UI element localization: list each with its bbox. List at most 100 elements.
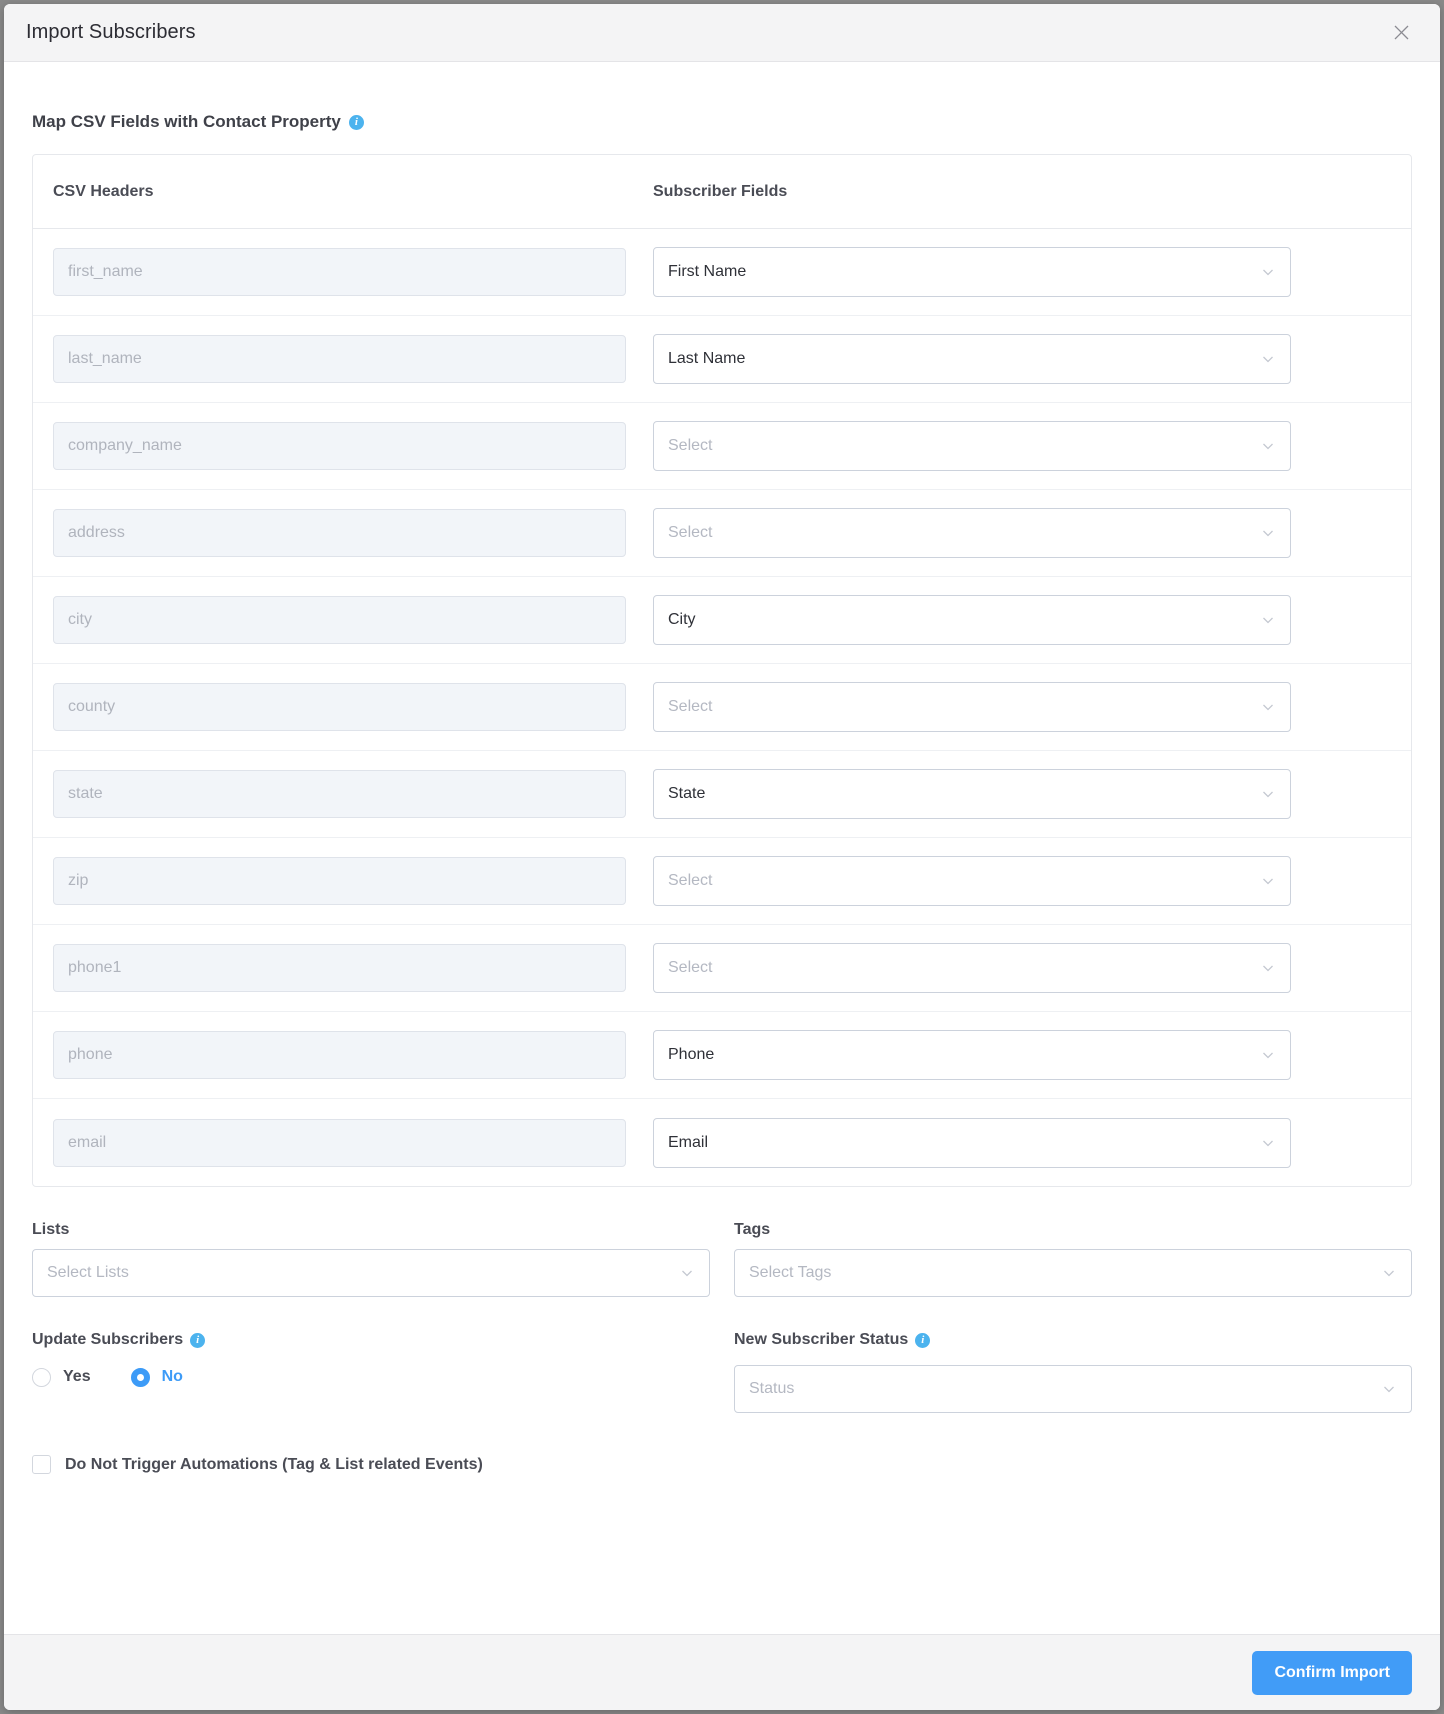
- modal-title: Import Subscribers: [26, 21, 196, 43]
- chevron-down-icon: [1260, 351, 1276, 367]
- tags-label-text: Tags: [734, 1221, 771, 1238]
- subscriber-field-value: City: [668, 611, 696, 628]
- checkbox-box[interactable]: [32, 1455, 51, 1474]
- radio-dot[interactable]: [32, 1367, 51, 1387]
- csv-header-input[interactable]: email: [53, 1118, 626, 1167]
- update-status-row: Update Subscribers i Yes No New Subscribe…: [32, 1331, 1412, 1413]
- section-heading: Map CSV Fields with Contact Property i: [32, 112, 1412, 132]
- tags-label: Tags: [734, 1221, 1412, 1239]
- csv-header-input[interactable]: address: [53, 509, 626, 557]
- subscriber-field-value: Select: [668, 959, 713, 976]
- subscriber-field-select[interactable]: Email: [653, 1117, 1291, 1168]
- chevron-down-icon: [1260, 699, 1276, 715]
- csv-header-input[interactable]: state: [53, 770, 626, 818]
- subscriber-field-select[interactable]: Phone: [653, 1030, 1291, 1080]
- lists-select-value: Select Lists: [47, 1264, 129, 1281]
- confirm-import-button[interactable]: Confirm Import: [1252, 1650, 1412, 1695]
- table-row: last_name Last Name: [33, 316, 1411, 403]
- table-row: phone1 Select: [33, 925, 1411, 1012]
- lists-label-text: Lists: [32, 1221, 70, 1238]
- subscriber-field-select[interactable]: Last Name: [653, 334, 1291, 384]
- lists-tags-row: Lists Select Lists Tags Select Tags: [32, 1221, 1412, 1297]
- column-header-subscriber: Subscriber Fields: [653, 182, 788, 200]
- csv-header-input[interactable]: zip: [53, 857, 626, 905]
- chevron-down-icon: [1260, 960, 1276, 976]
- new-subscriber-status-select[interactable]: Status: [734, 1365, 1412, 1413]
- chevron-down-icon: [1260, 873, 1276, 889]
- csv-header-input[interactable]: city: [53, 596, 626, 644]
- new-subscriber-status-field: New Subscriber Status i Status: [734, 1331, 1412, 1413]
- table-row: county Select: [33, 664, 1411, 751]
- subscriber-field-select[interactable]: First Name: [653, 247, 1291, 297]
- subscriber-field-select[interactable]: City: [653, 595, 1291, 645]
- do-not-trigger-automations-label: Do Not Trigger Automations (Tag & List r…: [65, 1455, 483, 1473]
- chevron-down-icon: [1260, 525, 1276, 541]
- csv-header-input[interactable]: company_name: [53, 422, 626, 470]
- tags-select[interactable]: Select Tags: [734, 1249, 1412, 1297]
- subscriber-field-value: Phone: [668, 1046, 715, 1063]
- chevron-down-icon: [1260, 264, 1276, 280]
- csv-mapping-table: CSV Headers Subscriber Fields first_name…: [32, 154, 1412, 1187]
- update-subscribers-radio-yes[interactable]: Yes: [32, 1367, 91, 1387]
- info-icon[interactable]: i: [915, 1332, 931, 1348]
- subscriber-field-value: State: [668, 785, 706, 802]
- table-row: zip Select: [33, 838, 1411, 925]
- close-icon[interactable]: [1386, 18, 1416, 48]
- chevron-down-icon: [1381, 1265, 1397, 1281]
- subscriber-field-select[interactable]: Select: [653, 508, 1291, 558]
- table-header-row: CSV Headers Subscriber Fields: [33, 155, 1411, 229]
- table-row: address Select: [33, 490, 1411, 577]
- chevron-down-icon: [1260, 612, 1276, 628]
- new-subscriber-status-label: New Subscriber Status i: [734, 1331, 1412, 1349]
- subscriber-field-select[interactable]: Select: [653, 421, 1291, 471]
- table-row: city City: [33, 577, 1411, 664]
- csv-header-input[interactable]: county: [53, 683, 626, 731]
- subscriber-field-value: Email: [668, 1133, 709, 1151]
- chevron-down-icon: [1260, 786, 1276, 802]
- table-row: state State: [33, 751, 1411, 838]
- lists-select[interactable]: Select Lists: [32, 1249, 710, 1297]
- chevron-down-icon: [1260, 438, 1276, 454]
- csv-header-input[interactable]: phone1: [53, 944, 626, 992]
- update-subscribers-label-text: Update Subscribers: [32, 1331, 184, 1348]
- table-body: first_name First Name last_name Last Name co…: [33, 229, 1411, 1186]
- update-subscribers-radio-no[interactable]: No: [130, 1367, 183, 1387]
- subscriber-field-value: Select: [668, 437, 713, 454]
- subscriber-field-select[interactable]: Select: [653, 682, 1291, 732]
- new-subscriber-status-value: Status: [749, 1380, 795, 1397]
- do-not-trigger-automations-checkbox[interactable]: Do Not Trigger Automations (Tag & List r…: [32, 1455, 1412, 1474]
- info-icon[interactable]: i: [190, 1332, 206, 1348]
- table-row: phone Phone: [33, 1012, 1411, 1099]
- subscriber-field-select[interactable]: Select: [653, 856, 1291, 906]
- column-header-csv: CSV Headers: [53, 182, 154, 200]
- subscriber-field-select[interactable]: Select: [653, 943, 1291, 993]
- update-subscribers-label: Update Subscribers i: [32, 1331, 710, 1349]
- table-row: company_name Select: [33, 403, 1411, 490]
- radio-label: Yes: [63, 1368, 91, 1385]
- table-row: first_name First Name: [33, 229, 1411, 316]
- tags-field: Tags Select Tags: [734, 1221, 1412, 1297]
- lists-label: Lists: [32, 1221, 710, 1239]
- subscriber-field-value: Select: [668, 698, 713, 715]
- section-heading-label: Map CSV Fields with Contact Property: [32, 112, 341, 131]
- lists-field: Lists Select Lists: [32, 1221, 710, 1297]
- csv-header-input[interactable]: phone: [53, 1031, 626, 1079]
- subscriber-field-value: Select: [668, 524, 713, 541]
- radio-dot[interactable]: [130, 1367, 150, 1387]
- chevron-down-icon: [1260, 1135, 1276, 1151]
- chevron-down-icon: [679, 1265, 695, 1281]
- subscriber-field-value: Select: [668, 872, 713, 889]
- update-subscribers-field: Update Subscribers i Yes No: [32, 1331, 710, 1413]
- csv-header-input[interactable]: first_name: [53, 248, 626, 296]
- update-subscribers-radio-group: Yes No: [32, 1365, 710, 1389]
- csv-header-input[interactable]: last_name: [53, 335, 626, 383]
- modal-body: Map CSV Fields with Contact Property i C…: [4, 62, 1440, 1634]
- subscriber-field-select[interactable]: State: [653, 769, 1291, 819]
- subscriber-field-value: First Name: [668, 263, 747, 280]
- subscriber-field-value: Last Name: [668, 350, 746, 367]
- modal-footer: Confirm Import: [4, 1634, 1440, 1710]
- modal-header: Import Subscribers: [4, 4, 1440, 62]
- tags-select-value: Select Tags: [749, 1264, 832, 1281]
- table-row: email Email: [33, 1099, 1411, 1186]
- info-icon[interactable]: i: [348, 114, 364, 130]
